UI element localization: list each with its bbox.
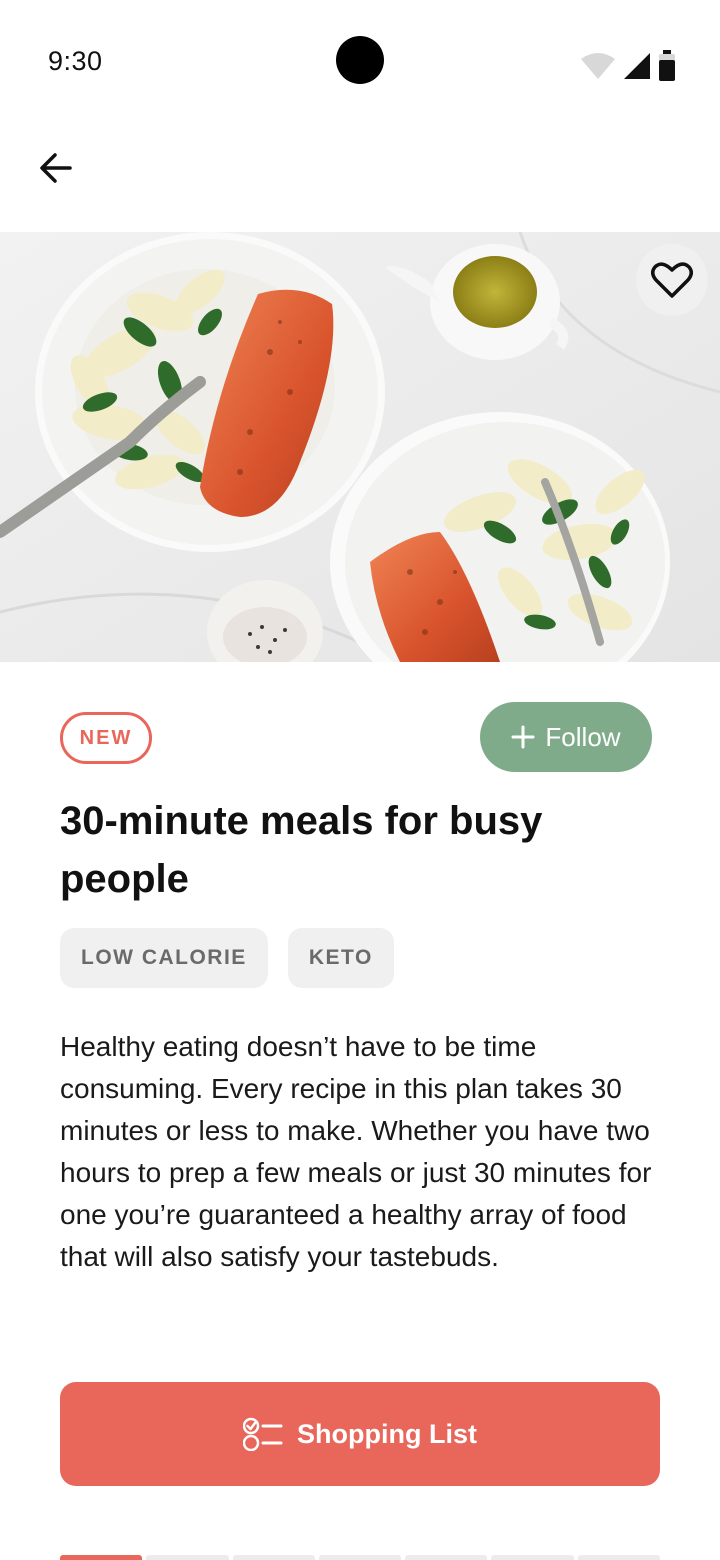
status-icons: [580, 50, 676, 82]
status-bar: 9:30: [0, 0, 720, 120]
tag-low-calorie[interactable]: LOW CALORIE: [60, 928, 268, 988]
shopping-list-button[interactable]: Shopping List: [60, 1382, 660, 1486]
favorite-button[interactable]: [636, 244, 708, 316]
follow-button[interactable]: Follow: [480, 702, 652, 772]
plan-title: 30-minute meals for busy people: [60, 799, 543, 901]
tab-indicator[interactable]: [232, 1555, 315, 1560]
back-button[interactable]: [28, 140, 84, 196]
tab-indicator[interactable]: [405, 1555, 488, 1560]
hero-food-image: [0, 232, 720, 662]
heart-icon: [651, 262, 693, 298]
tab-indicator[interactable]: [318, 1555, 402, 1560]
back-arrow-icon: [40, 153, 72, 183]
new-badge: NEW: [60, 712, 152, 764]
tab-indicator[interactable]: [577, 1555, 660, 1560]
plan-description: Healthy eating doesn’t have to be time c…: [60, 1031, 652, 1272]
tab-indicator-active[interactable]: [60, 1555, 143, 1560]
status-time: 9:30: [48, 46, 103, 76]
camera-cutout: [336, 36, 384, 84]
battery-icon: [659, 50, 675, 81]
tag-list: LOW CALORIE KETO: [60, 928, 394, 988]
checklist-icon: [243, 1417, 283, 1451]
plus-icon: [511, 725, 535, 749]
follow-label: Follow: [545, 721, 621, 752]
tab-indicator[interactable]: [491, 1555, 574, 1560]
signal-icon: [624, 53, 650, 79]
tab-strip[interactable]: [60, 1555, 660, 1560]
shopping-list-label: Shopping List: [297, 1418, 477, 1449]
tag-keto[interactable]: KETO: [287, 928, 394, 988]
wifi-icon: [581, 53, 615, 79]
tab-indicator[interactable]: [146, 1555, 229, 1560]
